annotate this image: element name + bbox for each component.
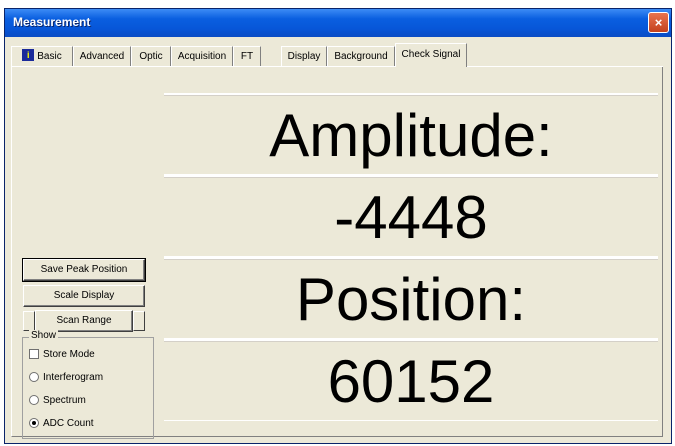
signal-readout: Amplitude: -4448 Position: 60152 (164, 93, 658, 421)
tab-basic[interactable]: i Basic (11, 46, 73, 66)
option-label: Interferogram (43, 372, 104, 383)
window-title: Measurement (13, 15, 91, 29)
save-peak-position-button[interactable]: Save Peak Position (22, 258, 146, 282)
control-column: Save Peak Position Scale Display Scan Ra… (12, 67, 164, 439)
tab-label: Display (287, 51, 321, 62)
interferogram-radio[interactable]: Interferogram (29, 371, 103, 385)
amplitude-value: -4448 (164, 177, 658, 257)
scan-range-left-button[interactable] (23, 311, 35, 331)
check-signal-panel: Save Peak Position Scale Display Scan Ra… (11, 67, 663, 439)
amplitude-label: Amplitude: (164, 95, 658, 175)
tab-check-signal[interactable]: Check Signal (395, 43, 467, 67)
tab-optic[interactable]: Optic (131, 46, 171, 66)
tab-advanced[interactable]: Advanced (73, 46, 131, 66)
close-icon: × (654, 15, 663, 30)
checkbox-icon (29, 349, 39, 360)
tab-acquisition[interactable]: Acquisition (171, 46, 233, 66)
show-group-label: Show (29, 330, 59, 341)
tab-label: Advanced (79, 51, 125, 62)
tab-label: Check Signal (401, 49, 461, 60)
tab-strip: i Basic Advanced Optic Acquisition FT Dis… (11, 43, 663, 67)
spectrum-radio[interactable]: Spectrum (29, 394, 86, 408)
tab-ft[interactable]: FT (233, 46, 261, 66)
tab-label: Optic (139, 51, 163, 62)
tab-label: FT (240, 51, 254, 62)
title-bar[interactable]: Measurement × (5, 9, 671, 37)
option-label: Store Mode (43, 349, 95, 360)
store-mode-checkbox[interactable]: Store Mode (29, 348, 95, 362)
adc-count-radio[interactable]: ADC Count (29, 417, 94, 431)
radio-selected-icon (29, 418, 39, 429)
tab-label: Background (334, 51, 388, 62)
show-group: Show Store Mode Interferogram Spectrum A… (22, 330, 154, 439)
info-icon: i (22, 49, 35, 62)
tab-label: Basic (37, 51, 62, 62)
tab-background[interactable]: Background (327, 46, 395, 66)
scale-display-button[interactable]: Scale Display (23, 285, 145, 307)
close-button[interactable]: × (648, 12, 669, 33)
scan-range-button[interactable]: Scan Range (35, 310, 133, 332)
position-value: 60152 (164, 341, 658, 421)
radio-icon (29, 395, 39, 406)
option-label: Spectrum (43, 395, 86, 406)
position-label: Position: (164, 259, 658, 339)
tab-label: Acquisition (177, 51, 227, 62)
option-label: ADC Count (43, 418, 94, 429)
radio-icon (29, 372, 39, 383)
measurement-window: Measurement × i Basic Advanced Optic Acqu… (4, 8, 672, 444)
tab-display[interactable]: Display (281, 46, 327, 66)
scan-range-right-button[interactable] (133, 311, 145, 331)
